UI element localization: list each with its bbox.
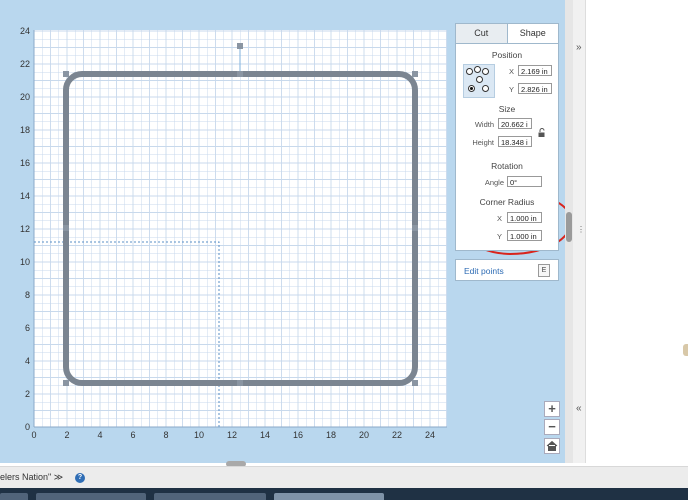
- y-tick-label: 22: [20, 59, 30, 69]
- resize-handle-left[interactable]: [63, 225, 69, 231]
- y-tick-label: 4: [25, 356, 30, 366]
- corner-radius-y-input[interactable]: 1.000 in: [507, 230, 542, 241]
- position-y-input[interactable]: 2.826 in: [518, 83, 552, 94]
- lock-aspect-icon[interactable]: [537, 128, 547, 138]
- edit-points-panel: Edit points E: [455, 259, 559, 281]
- y-tick-label: 8: [25, 290, 30, 300]
- rotation-title: Rotation: [491, 161, 523, 171]
- position-y-label: Y: [508, 85, 514, 94]
- rotation-handle[interactable]: [237, 43, 243, 49]
- x-tick-label: 8: [163, 430, 168, 440]
- resize-handle-top-right[interactable]: [412, 71, 418, 77]
- status-bar: elers Nation" ≫ ?: [0, 466, 688, 489]
- zoom-out-button[interactable]: −: [544, 419, 560, 435]
- y-tick-label: 6: [25, 323, 30, 333]
- more-options-icon[interactable]: ⋮: [577, 225, 585, 234]
- rotation-angle-input[interactable]: 0°: [507, 176, 542, 187]
- x-tick-label: 2: [64, 430, 69, 440]
- position-title: Position: [491, 50, 523, 60]
- zoom-in-button[interactable]: +: [544, 401, 560, 417]
- x-tick-label: 16: [293, 430, 303, 440]
- x-tick-label: 14: [260, 430, 270, 440]
- vertical-scrollbar-thumb[interactable]: [566, 212, 572, 242]
- x-tick-label: 20: [359, 430, 369, 440]
- size-width-input[interactable]: 20.662 i: [498, 118, 532, 129]
- anchor-top-right[interactable]: [482, 68, 489, 75]
- y-tick-label: 2: [25, 389, 30, 399]
- edge-artifact: [683, 344, 688, 356]
- anchor-bottom-right[interactable]: [482, 85, 489, 92]
- taskbar: [0, 488, 688, 500]
- x-tick-label: 12: [227, 430, 237, 440]
- resize-handle-bottom-right[interactable]: [412, 380, 418, 386]
- expand-panel-icon[interactable]: «: [576, 403, 582, 414]
- taskbar-item-active[interactable]: [274, 493, 384, 500]
- x-tick-label: 4: [97, 430, 102, 440]
- edit-points-shortcut-key[interactable]: E: [538, 264, 550, 277]
- resize-handle-bottom-left[interactable]: [63, 380, 69, 386]
- y-tick-label: 20: [20, 92, 30, 102]
- y-tick-label: 18: [20, 125, 30, 135]
- project-name[interactable]: elers Nation" ≫: [0, 472, 63, 483]
- y-axis-ticks: 024681012141618202224: [20, 26, 30, 432]
- x-tick-label: 24: [425, 430, 435, 440]
- x-tick-label: 22: [392, 430, 402, 440]
- y-tick-label: 24: [20, 26, 30, 36]
- corner-radius-x-input[interactable]: 1.000 in: [507, 212, 542, 223]
- x-tick-label: 10: [194, 430, 204, 440]
- resize-handle-right[interactable]: [412, 225, 418, 231]
- anchor-center[interactable]: [476, 76, 483, 83]
- taskbar-item[interactable]: [0, 493, 28, 500]
- tab-cut[interactable]: Cut: [456, 24, 508, 43]
- resize-handle-top[interactable]: [237, 71, 243, 77]
- taskbar-item[interactable]: [36, 493, 146, 500]
- x-tick-label: 18: [326, 430, 336, 440]
- taskbar-item[interactable]: [154, 493, 266, 500]
- y-tick-label: 12: [20, 224, 30, 234]
- tab-shape[interactable]: Shape: [507, 24, 558, 43]
- anchor-bottom-left-selected[interactable]: [468, 85, 475, 92]
- properties-panel: Cut Shape Position X 2.169 in Y 2.826 in…: [455, 23, 559, 251]
- anchor-top-left[interactable]: [466, 68, 473, 75]
- x-tick-label: 0: [31, 430, 36, 440]
- x-tick-label: 6: [130, 430, 135, 440]
- x-axis-ticks: 0 2 4 6 8 10 12 14 16 18 20 22 24: [31, 430, 435, 440]
- position-x-input[interactable]: 2.169 in: [518, 65, 552, 76]
- resize-handle-top-left[interactable]: [63, 71, 69, 77]
- collapse-panel-icon[interactable]: »: [576, 42, 582, 53]
- home-icon: [546, 440, 558, 451]
- size-title: Size: [498, 104, 516, 114]
- panel-tabs: Cut Shape: [456, 24, 558, 44]
- corner-radius-y-label: Y: [496, 232, 502, 241]
- help-icon[interactable]: ?: [75, 473, 85, 483]
- y-tick-label: 14: [20, 191, 30, 201]
- y-tick-label: 10: [20, 257, 30, 267]
- y-tick-label: 0: [25, 422, 30, 432]
- size-height-label: Height: [472, 138, 494, 147]
- rotation-angle-label: Angle: [484, 178, 504, 187]
- corner-radius-title: Corner Radius: [479, 197, 535, 207]
- home-view-button[interactable]: [544, 438, 560, 454]
- size-height-input[interactable]: 18.348 i: [498, 136, 532, 147]
- edit-points-link[interactable]: Edit points: [464, 266, 504, 276]
- anchor-point-selector: [463, 64, 495, 98]
- resize-handle-bottom[interactable]: [237, 380, 243, 386]
- anchor-top[interactable]: [474, 66, 481, 73]
- size-width-label: Width: [474, 120, 494, 129]
- position-x-label: X: [508, 67, 514, 76]
- corner-radius-x-label: X: [496, 214, 502, 223]
- y-tick-label: 16: [20, 158, 30, 168]
